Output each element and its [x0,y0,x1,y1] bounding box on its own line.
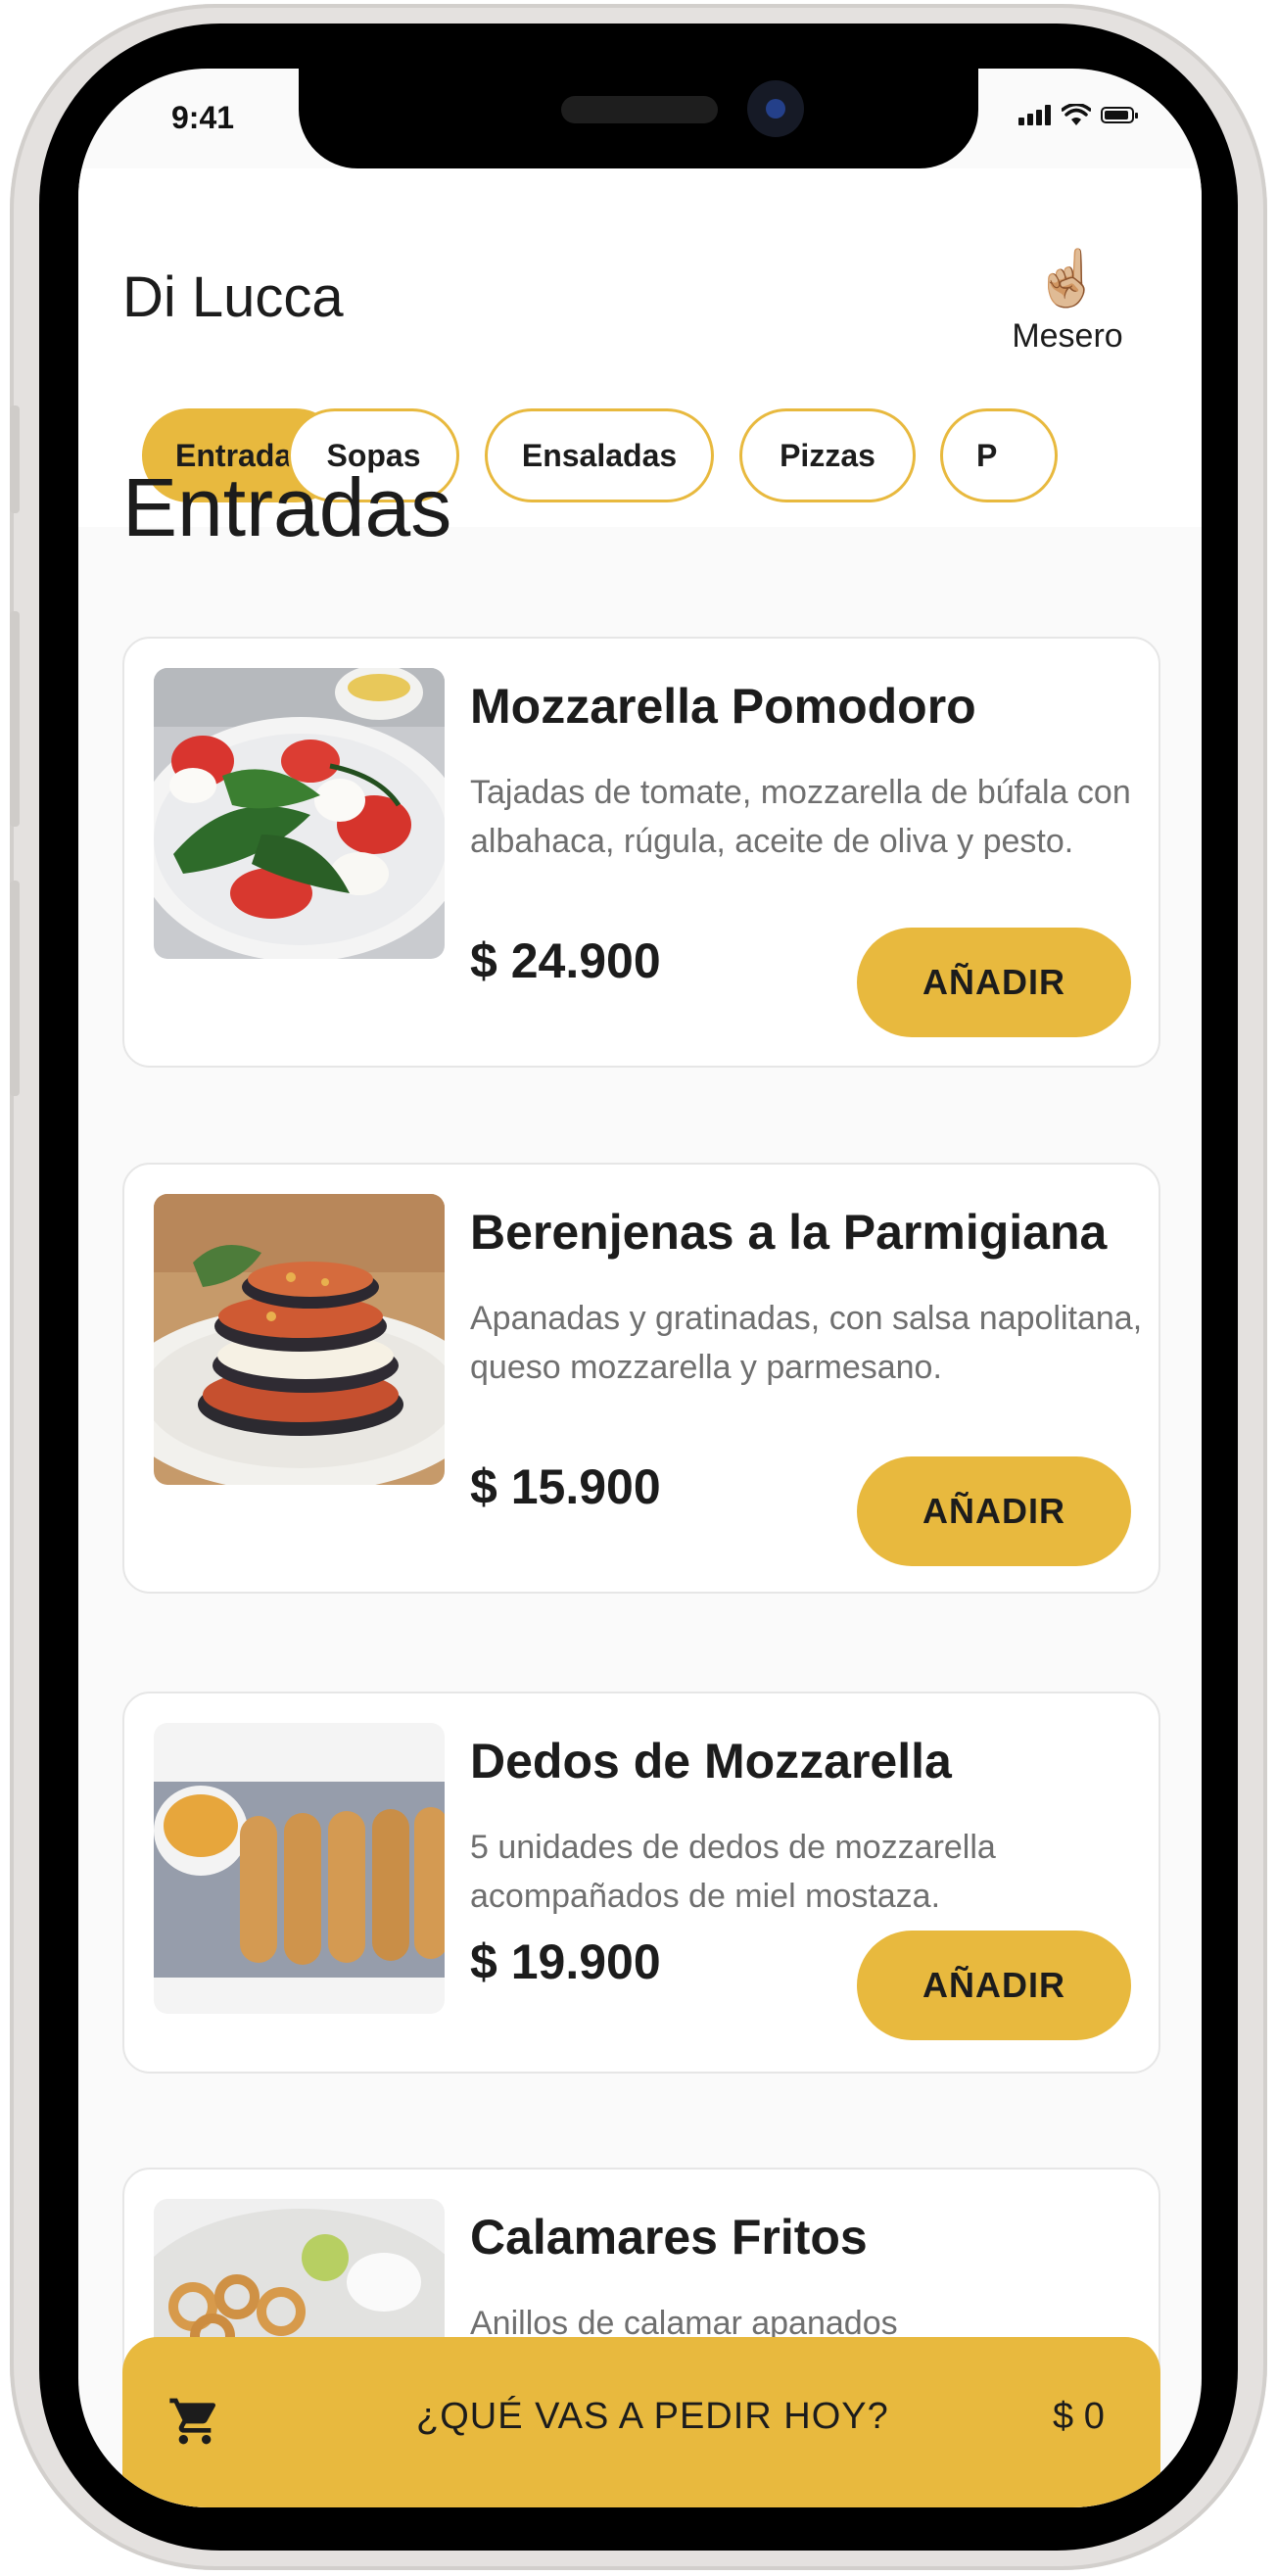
add-button[interactable]: AÑADIR [857,1456,1131,1566]
notch [299,69,978,168]
tab-pizzas[interactable]: Pizzas [739,408,916,502]
caprese-salad-photo [154,668,445,959]
eggplant-parmigiana-photo [154,1194,445,1485]
item-price: $ 24.900 [470,933,661,988]
mozzarella-sticks-photo [154,1723,445,2014]
app-screen: Di Lucca ☝🏼 Mesero Entradas Sopas Ensala… [78,69,1202,2507]
item-price: $ 15.900 [470,1459,661,1514]
add-button[interactable]: AÑADIR [857,1931,1131,2040]
item-name: Calamares Fritos [470,2210,868,2265]
speaker-grille [561,96,718,123]
order-total: $ 0 [1053,2396,1105,2437]
item-name: Berenjenas a la Parmigiana [470,1205,1108,1260]
cart-icon [169,2398,216,2445]
front-camera [747,80,804,137]
wifi-icon [1062,104,1091,125]
order-prompt: ¿QUÉ VAS A PEDIR HOY? [416,2396,889,2437]
tab-ensaladas[interactable]: Ensaladas [485,408,714,502]
app-title: Di Lucca [122,265,344,329]
role-switch[interactable]: ☝🏼 Mesero [989,247,1146,356]
status-icons [1018,104,1138,133]
role-label: Mesero [1012,317,1123,355]
mute-switch [10,405,20,513]
tab-partial[interactable]: P [940,408,1058,502]
menu-item-card: Mozzarella Pomodoro Tajadas de tomate, m… [122,637,1160,1068]
volume-up-button [10,611,20,827]
item-name: Mozzarella Pomodoro [470,679,976,734]
item-description: 5 unidades de dedos de mozzarella acompa… [470,1829,996,1915]
item-price: $ 19.900 [470,1934,661,1989]
order-bar[interactable]: ¿QUÉ VAS A PEDIR HOY? $ 0 [122,2337,1160,2507]
status-time: 9:41 [171,100,235,135]
menu-item-card: Dedos de Mozzarella 5 unidades de dedos … [122,1692,1160,2074]
battery-icon [1101,107,1138,123]
menu-item-card: Berenjenas a la Parmigiana Apanadas y gr… [122,1163,1160,1594]
volume-down-button [10,881,20,1096]
item-description: Apanadas y gratinadas, con salsa napolit… [470,1300,1143,1386]
section-title: Entradas [122,461,452,553]
add-button[interactable]: AÑADIR [857,928,1131,1037]
item-description: Tajadas de tomate, mozzarella de búfala … [470,774,1131,860]
pointing-hand-icon: ☝🏼 [1033,247,1102,309]
item-name: Dedos de Mozzarella [470,1734,952,1789]
